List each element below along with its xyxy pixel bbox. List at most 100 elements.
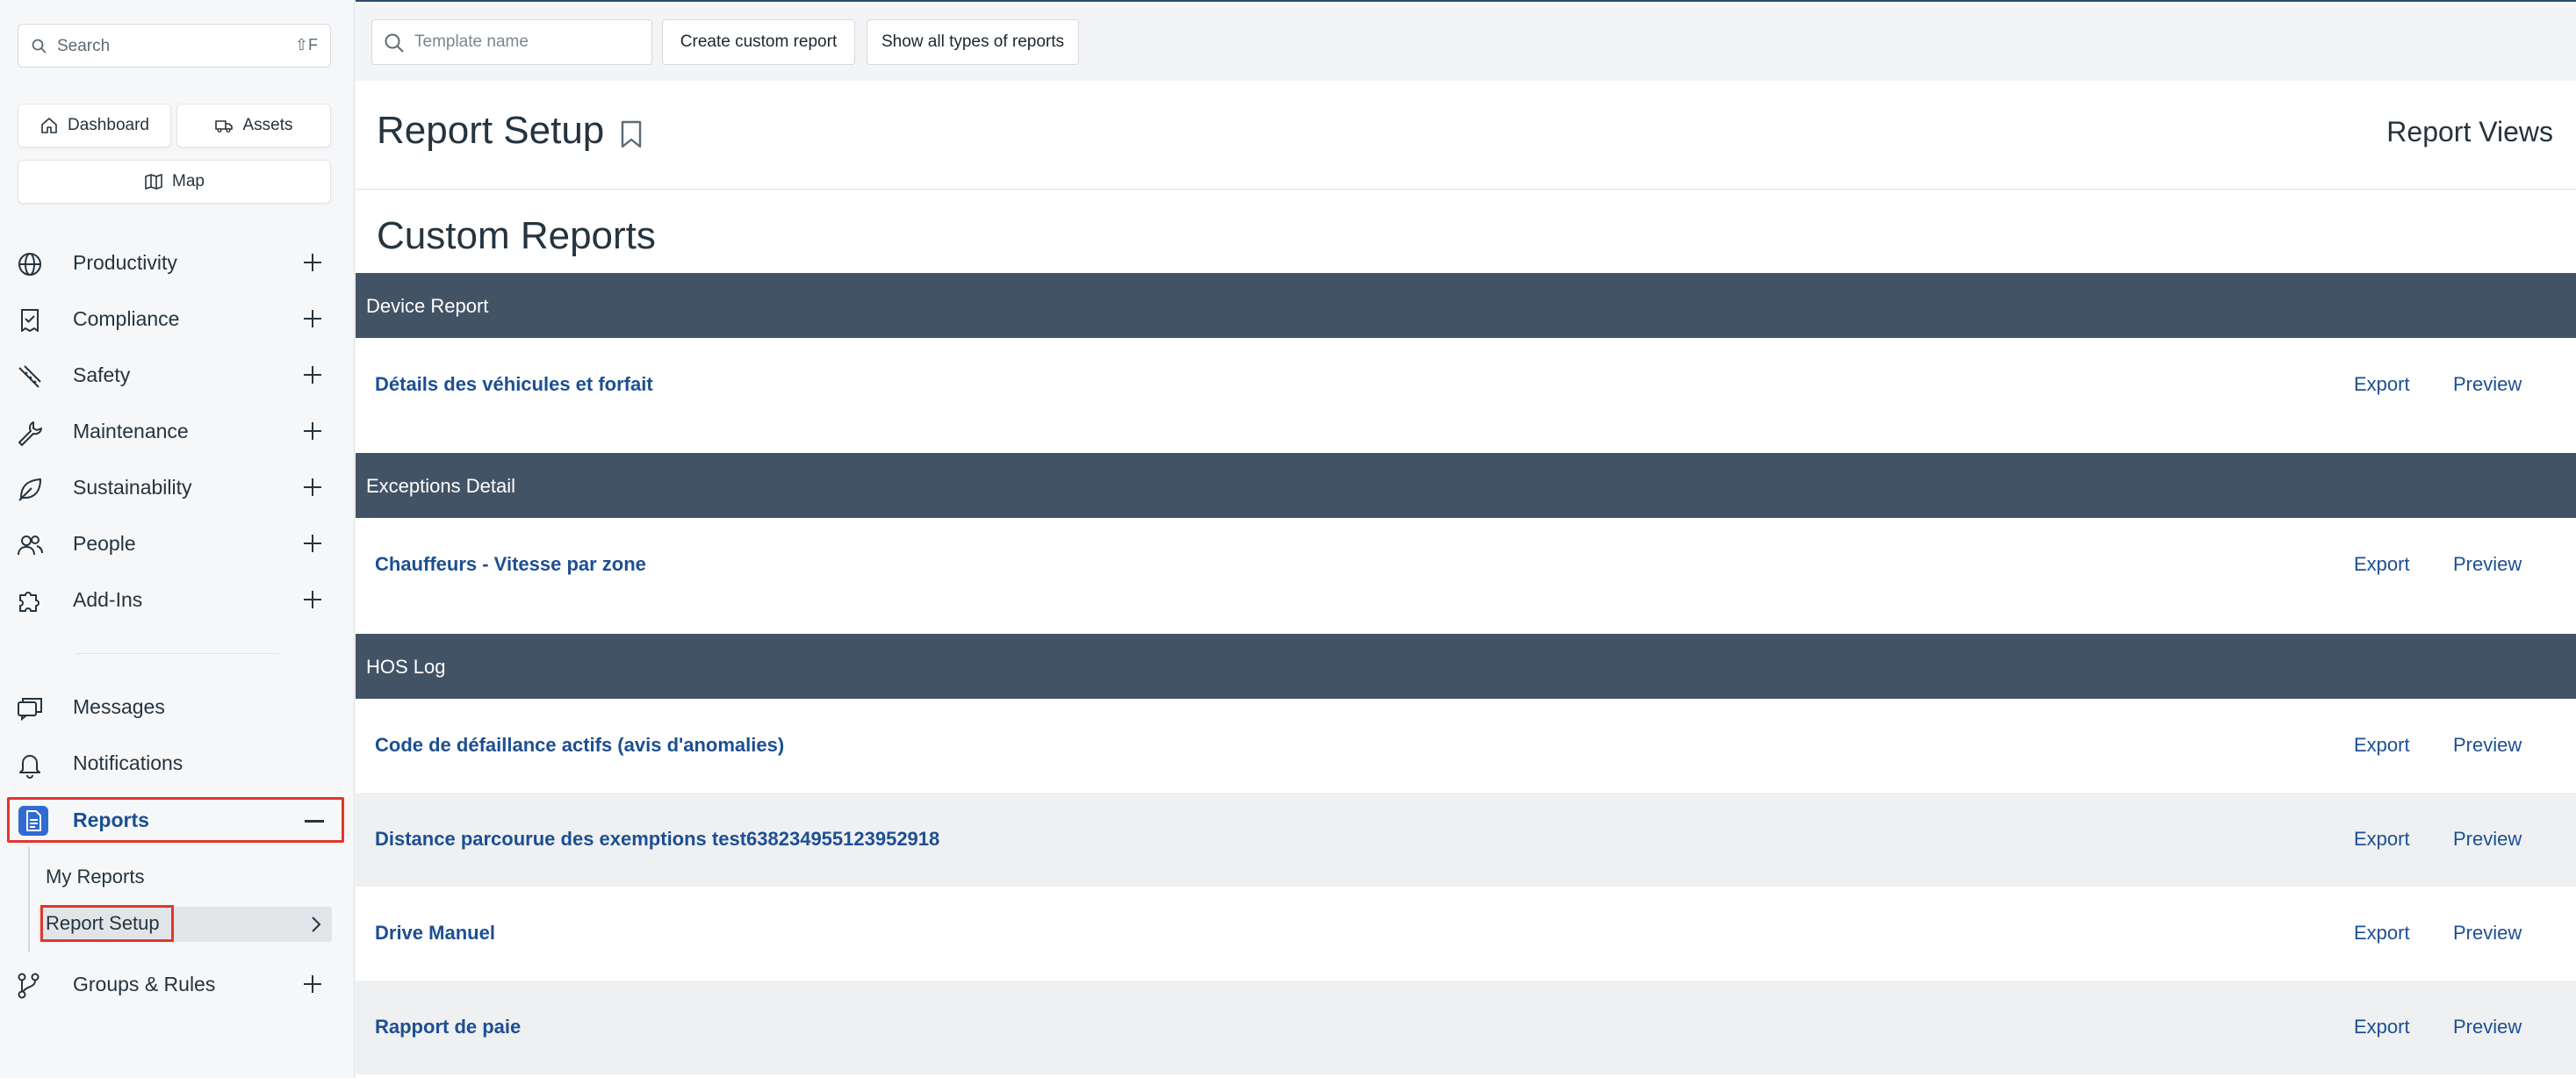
map-button[interactable]: Map — [18, 160, 331, 204]
sidebar-item-notifications[interactable]: Notifications — [0, 739, 344, 787]
export-link[interactable]: Export — [2354, 922, 2410, 945]
groups-rules-icon — [18, 973, 40, 999]
export-link[interactable]: Export — [2354, 553, 2410, 576]
messages-icon — [18, 698, 42, 722]
puzzle-icon — [19, 592, 40, 612]
plus-icon[interactable] — [301, 420, 324, 442]
sidebar-item-label: Add-Ins — [73, 587, 143, 611]
group-header-label: Exceptions Detail — [366, 475, 515, 497]
road-icon — [18, 365, 41, 388]
report-name-link[interactable]: Détails des véhicules et forfait — [375, 373, 653, 396]
preview-link[interactable]: Preview — [2453, 828, 2522, 851]
template-name-field[interactable] — [371, 19, 652, 65]
report-name-link[interactable]: Drive Manuel — [375, 922, 495, 945]
section-title: Custom Reports — [377, 214, 656, 257]
sidebar-subitem-label: Report Setup — [46, 912, 160, 934]
sidebar-item-maintenance[interactable]: Maintenance — [0, 407, 344, 455]
assets-button[interactable]: Assets — [176, 104, 331, 147]
search-shortcut: ⇧F — [294, 36, 318, 54]
report-document-icon — [18, 806, 48, 836]
sidebar-item-label: Productivity — [73, 250, 177, 274]
header-divider — [356, 189, 2576, 190]
sidebar-subitem-my-reports[interactable]: My Reports — [46, 866, 144, 888]
sidebar-divider — [76, 653, 279, 654]
group-header-label: Device Report — [366, 295, 489, 317]
report-name-link[interactable]: Chauffeurs - Vitesse par zone — [375, 553, 646, 576]
dashboard-button[interactable]: Dashboard — [18, 104, 171, 147]
sidebar-item-sustainability[interactable]: Sustainability — [0, 464, 344, 511]
sidebar-item-label: Groups & Rules — [73, 972, 216, 995]
people-icon — [18, 535, 43, 556]
plus-icon[interactable] — [301, 476, 324, 499]
create-custom-report-button[interactable]: Create custom report — [662, 19, 855, 65]
home-icon — [41, 118, 57, 133]
table-row: Rapport de paie Export Preview — [356, 981, 2576, 1074]
table-row: Drive Manuel Export Preview — [356, 887, 2576, 981]
plus-icon[interactable] — [301, 307, 324, 330]
preview-link[interactable]: Preview — [2453, 1016, 2522, 1038]
assets-label: Assets — [242, 116, 293, 134]
preview-link[interactable]: Preview — [2453, 553, 2522, 576]
map-icon — [145, 174, 162, 190]
plus-icon[interactable] — [301, 588, 324, 611]
table-row: Détails des véhicules et forfait Export … — [356, 338, 2576, 432]
sidebar-item-label: Messages — [73, 694, 165, 718]
preview-link[interactable]: Preview — [2453, 734, 2522, 757]
export-link[interactable]: Export — [2354, 373, 2410, 396]
truck-icon — [215, 120, 234, 133]
sidebar: Search ⇧F Dashboard Assets Map Productiv… — [0, 0, 355, 1078]
sidebar-item-safety[interactable]: Safety — [0, 351, 344, 399]
search-icon — [32, 39, 47, 54]
report-views-link[interactable]: Report Views — [2386, 116, 2553, 148]
submenu-rail — [28, 847, 30, 952]
export-link[interactable]: Export — [2354, 828, 2410, 851]
main-content: Report Setup Report Views Custom Reports… — [356, 81, 2576, 1078]
export-link[interactable]: Export — [2354, 1016, 2410, 1038]
wrench-icon — [18, 421, 42, 446]
bookmark-icon[interactable] — [619, 119, 644, 149]
report-name-link[interactable]: Code de défaillance actifs (avis d'anoma… — [375, 734, 784, 757]
sidebar-item-groups-rules[interactable]: Groups & Rules — [0, 960, 344, 1008]
template-name-input[interactable] — [413, 30, 641, 54]
sidebar-item-people[interactable]: People — [0, 520, 344, 567]
clipboard-check-icon — [21, 309, 39, 332]
sidebar-item-label: People — [73, 531, 136, 555]
table-row: Chauffeurs - Vitesse par zone Export Pre… — [356, 518, 2576, 612]
map-label: Map — [172, 172, 205, 190]
sidebar-item-add-ins[interactable]: Add-Ins — [0, 576, 344, 623]
search-box[interactable]: Search ⇧F — [18, 24, 331, 68]
toolbar: Create custom report Show all types of r… — [356, 0, 2576, 81]
show-all-reports-button[interactable]: Show all types of reports — [867, 19, 1079, 65]
group-header-label: HOS Log — [366, 656, 446, 678]
sidebar-item-label: Compliance — [73, 306, 180, 330]
sidebar-item-label: Notifications — [73, 751, 183, 774]
dashboard-label: Dashboard — [68, 116, 149, 134]
preview-link[interactable]: Preview — [2453, 373, 2522, 396]
chevron-right-icon — [312, 916, 321, 932]
collapse-icon[interactable] — [305, 820, 324, 823]
globe-icon — [18, 253, 41, 276]
sidebar-item-label: Reports — [73, 808, 149, 831]
plus-icon[interactable] — [301, 363, 324, 386]
export-link[interactable]: Export — [2354, 734, 2410, 757]
sidebar-item-productivity[interactable]: Productivity — [0, 239, 344, 286]
plus-icon[interactable] — [301, 973, 324, 995]
plus-icon[interactable] — [301, 251, 324, 274]
sidebar-item-reports[interactable]: Reports — [7, 797, 344, 843]
sidebar-item-label: Sustainability — [73, 475, 192, 499]
table-row: Distance parcourue des exemptions test63… — [356, 793, 2576, 887]
report-name-link[interactable]: Distance parcourue des exemptions test63… — [375, 828, 939, 851]
report-name-link[interactable]: Rapport de paie — [375, 1016, 521, 1038]
page-title: Report Setup — [377, 109, 605, 152]
plus-icon[interactable] — [301, 532, 324, 555]
search-placeholder: Search — [57, 37, 111, 55]
table-row: Code de défaillance actifs (avis d'anoma… — [356, 699, 2576, 793]
group-header: Device Report — [356, 273, 2576, 338]
sidebar-item-label: Maintenance — [73, 419, 189, 442]
sidebar-item-compliance[interactable]: Compliance — [0, 295, 344, 342]
sidebar-item-messages[interactable]: Messages — [0, 683, 344, 730]
group-header: HOS Log — [356, 634, 2576, 699]
search-icon — [385, 33, 404, 53]
preview-link[interactable]: Preview — [2453, 922, 2522, 945]
sidebar-item-label: Safety — [73, 363, 131, 386]
